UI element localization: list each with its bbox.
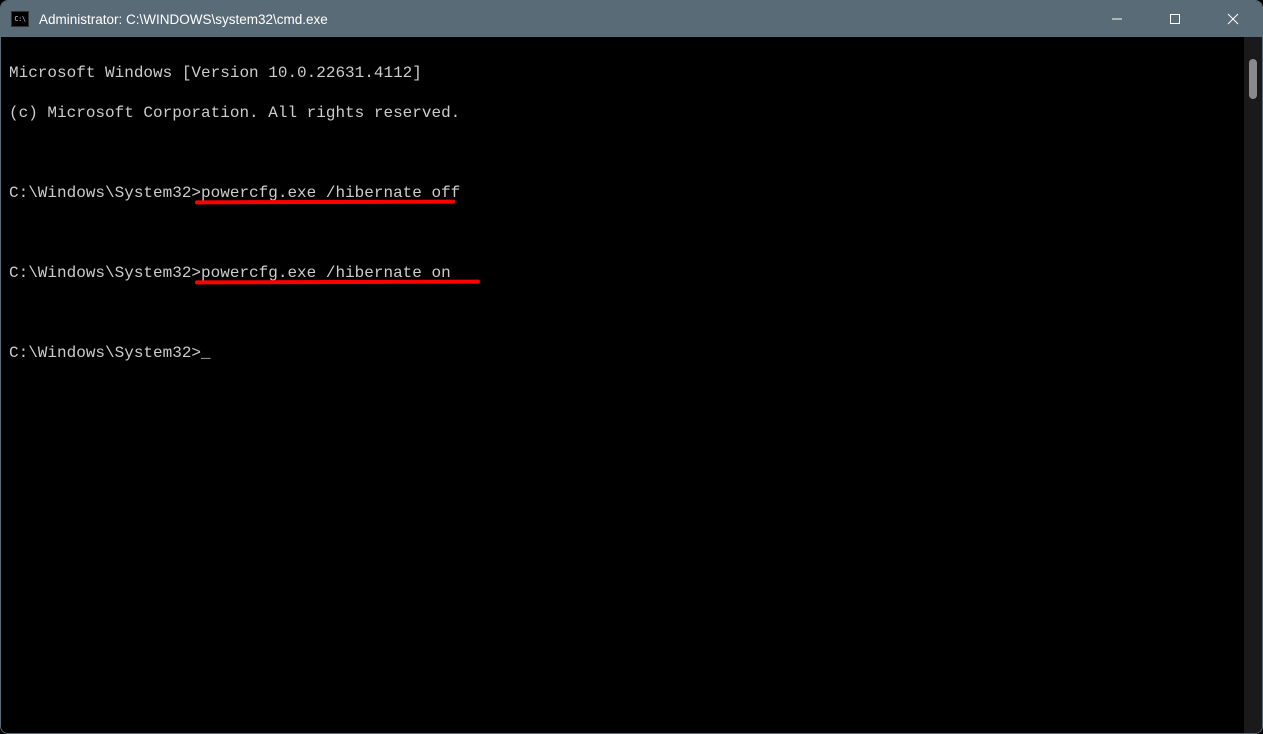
terminal: Microsoft Windows [Version 10.0.22631.41… [1,37,1262,733]
scrollbar[interactable] [1244,37,1262,733]
annotation-underline [195,280,480,284]
header-line: Microsoft Windows [Version 10.0.22631.41… [9,63,1236,83]
close-icon [1227,13,1239,25]
cursor: _ [201,344,211,362]
prompt: C:\Windows\System32> [9,264,201,282]
titlebar[interactable]: C:\ Administrator: C:\WINDOWS\system32\c… [1,1,1262,37]
window-title: Administrator: C:\WINDOWS\system32\cmd.e… [39,12,1088,27]
command-line: C:\Windows\System32>powercfg.exe /hibern… [9,183,1236,203]
blank-line [9,303,1236,323]
terminal-output[interactable]: Microsoft Windows [Version 10.0.22631.41… [1,37,1244,733]
minimize-button[interactable] [1088,1,1146,37]
close-button[interactable] [1204,1,1262,37]
prompt-line: C:\Windows\System32>_ [9,343,1236,363]
window-controls [1088,1,1262,37]
blank-line [9,143,1236,163]
maximize-button[interactable] [1146,1,1204,37]
blank-line [9,223,1236,243]
prompt: C:\Windows\System32> [9,184,201,202]
command-line: C:\Windows\System32>powercfg.exe /hibern… [9,263,1236,283]
maximize-icon [1169,13,1181,25]
scrollbar-thumb[interactable] [1249,59,1257,99]
prompt: C:\Windows\System32> [9,344,201,362]
minimize-icon [1111,13,1123,25]
cmd-window: C:\ Administrator: C:\WINDOWS\system32\c… [0,0,1263,734]
cmd-icon: C:\ [11,11,29,27]
annotation-underline [195,200,455,204]
header-line: (c) Microsoft Corporation. All rights re… [9,103,1236,123]
